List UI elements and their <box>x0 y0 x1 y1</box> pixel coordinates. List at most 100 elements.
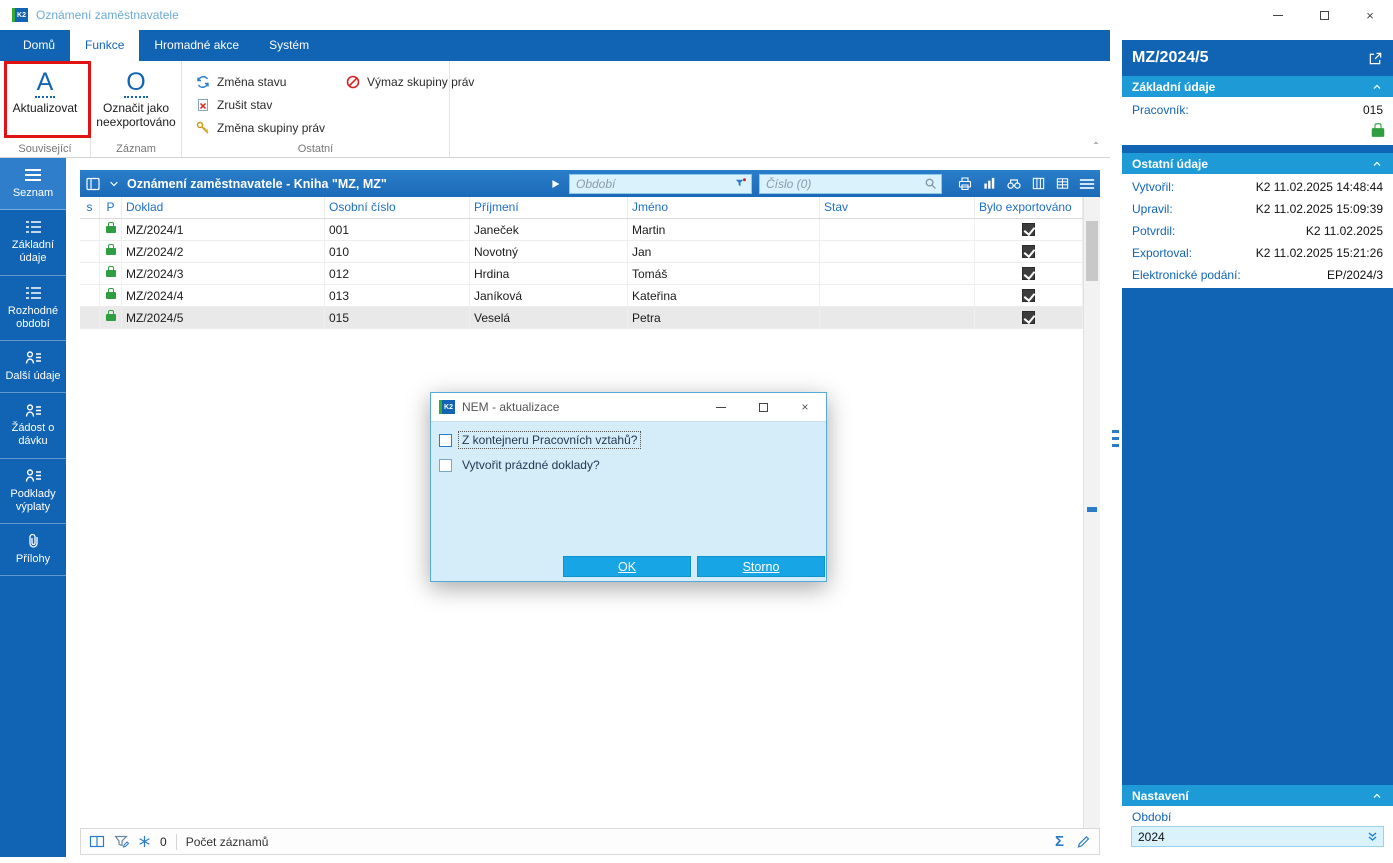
checkbox-vytvorit-prazdne[interactable] <box>439 458 452 472</box>
pracovnik-value[interactable]: 015 <box>1363 103 1383 117</box>
sidebar-item-seznam[interactable]: Seznam <box>0 158 66 211</box>
dropdown-icon[interactable] <box>1366 830 1379 843</box>
exported-checkbox[interactable] <box>1022 223 1035 236</box>
aktualizovat-button[interactable]: A Aktualizovat <box>5 66 85 116</box>
obdobi-filter-input[interactable]: Období <box>569 173 752 194</box>
obdobi-label: Období <box>1132 810 1172 824</box>
zrusit-stav-button[interactable]: Zrušit stav <box>187 93 333 116</box>
tab-system[interactable]: Systém <box>254 30 324 61</box>
tab-domu[interactable]: Domů <box>8 30 70 61</box>
cell-jmeno: Petra <box>628 307 820 328</box>
snowflake-icon[interactable] <box>138 835 151 848</box>
ribbon-group-zaznam: O Označit jako neexportováno Záznam <box>91 61 182 157</box>
lock-icon <box>1371 122 1385 137</box>
ribbon-collapse-icon[interactable]: ˆ <box>1094 140 1098 154</box>
storno-button[interactable]: Storno <box>697 556 825 577</box>
column-header-bylo-exportovano[interactable]: Bylo exportováno <box>975 197 1083 218</box>
table-row[interactable]: MZ/2024/3 012 Hrdina Tomáš <box>80 263 1083 285</box>
sidebar-item-zadost-o-davku[interactable]: Žádost o dávku <box>0 393 66 459</box>
checkbox-z-kontejneru[interactable] <box>439 433 452 447</box>
pencil-icon[interactable] <box>1076 834 1091 849</box>
binoculars-icon[interactable] <box>1006 176 1022 192</box>
detail-field: Potvrdil: K2 11.02.2025 <box>1122 220 1393 242</box>
checkbox-vytvorit-prazdne-label[interactable]: Vytvořit prázdné doklady? <box>459 457 603 473</box>
sidebar-item-dalsi-udaje[interactable]: Další údaje <box>0 341 66 394</box>
column-header-s[interactable]: s <box>80 197 100 218</box>
section-header-ostatni-udaje[interactable]: Ostatní údaje <box>1122 153 1393 174</box>
sum-icon[interactable]: Σ <box>1055 833 1064 850</box>
column-header-jmeno[interactable]: Jméno <box>628 197 820 218</box>
ribbon-group-souvisejici: A Aktualizovat Související <box>0 61 91 157</box>
column-header-osobni-cislo[interactable]: Osobní číslo <box>325 197 470 218</box>
dialog-titlebar[interactable]: K2 NEM - aktualizace × <box>431 393 826 422</box>
column-header-doklad[interactable]: Doklad <box>122 197 325 218</box>
external-link-icon[interactable] <box>1368 51 1383 66</box>
group-label-ostatni: Ostatní <box>297 143 334 155</box>
columns-icon[interactable] <box>1031 176 1046 191</box>
table-row[interactable]: MZ/2024/2 010 Novotný Jan <box>80 241 1083 263</box>
exported-checkbox[interactable] <box>1022 245 1035 258</box>
filter-count: 0 <box>160 834 167 849</box>
chevron-down-icon[interactable] <box>108 178 120 190</box>
print-icon[interactable] <box>957 176 973 192</box>
sidebar-item-rozhodne-obdobi[interactable]: Rozhodné období <box>0 276 66 341</box>
oznacit-neexportovano-button[interactable]: O Označit jako neexportováno <box>96 66 176 130</box>
sidebar-item-label: Základní údaje <box>11 239 55 265</box>
filter-edit-icon[interactable] <box>114 834 129 849</box>
sidebar-item-podklady-vyplaty[interactable]: Podklady výplaty <box>0 459 66 524</box>
obdobi-input[interactable]: 2024 <box>1131 826 1384 847</box>
group-label-souvisejici: Související <box>18 143 72 155</box>
table-row[interactable]: MZ/2024/1 001 Janeček Martin <box>80 219 1083 241</box>
table-icon[interactable] <box>1055 176 1070 191</box>
vymaz-skupiny-prav-label: Výmaz skupiny práv <box>367 74 475 89</box>
vymaz-skupiny-prav-button[interactable]: Výmaz skupiny práv <box>337 70 482 93</box>
tab-funkce[interactable]: Funkce <box>70 30 140 61</box>
dialog-maximize-button[interactable] <box>742 393 784 422</box>
vymaz-skupiny-prav-icon <box>345 74 361 90</box>
exported-checkbox[interactable] <box>1022 289 1035 302</box>
menu-icon[interactable] <box>1079 177 1095 191</box>
table-row-selected[interactable]: MZ/2024/5 015 Veselá Petra <box>80 307 1083 329</box>
sidebar-item-zakladni-udaje[interactable]: Základní údaje <box>0 210 66 276</box>
column-header-stav[interactable]: Stav <box>820 197 975 218</box>
chevron-up-icon[interactable] <box>1371 81 1383 93</box>
chevron-up-icon[interactable] <box>1371 158 1383 170</box>
checkbox-z-kontejneru-label[interactable]: Z kontejneru Pracovních vztahů? <box>457 431 642 449</box>
detail-field: Upravil: K2 11.02.2025 15:09:39 <box>1122 198 1393 220</box>
paperclip-icon <box>2 532 64 550</box>
cislo-filter-input[interactable]: Číslo (0) <box>759 173 942 194</box>
cell-stav <box>820 263 975 284</box>
minimize-button[interactable] <box>1255 0 1301 30</box>
table-row[interactable]: MZ/2024/4 013 Janíková Kateřina <box>80 285 1083 307</box>
obdobi-filter-placeholder: Období <box>576 176 616 191</box>
vertical-scrollbar[interactable] <box>1083 197 1100 828</box>
scrollbar-thumb[interactable] <box>1086 221 1098 281</box>
exported-checkbox[interactable] <box>1022 267 1035 280</box>
chart-icon[interactable] <box>982 176 997 191</box>
panel-splitter[interactable] <box>1110 30 1122 863</box>
exported-checkbox[interactable] <box>1022 311 1035 324</box>
tab-hromadne-akce[interactable]: Hromadné akce <box>139 30 254 61</box>
sidebar-item-prilohy[interactable]: Přílohy <box>0 524 66 577</box>
dialog-close-button[interactable]: × <box>784 393 826 422</box>
maximize-button[interactable] <box>1301 0 1347 30</box>
cell-doklad: MZ/2024/4 <box>122 285 325 306</box>
play-icon[interactable] <box>548 177 562 191</box>
zmena-stavu-button[interactable]: Změna stavu <box>187 70 333 93</box>
zmena-skupiny-prav-button[interactable]: Změna skupiny práv <box>187 116 333 139</box>
panes-icon[interactable] <box>89 834 105 849</box>
section-header-zakladni-udaje[interactable]: Základní údaje <box>1122 76 1393 97</box>
section-header-nastaveni[interactable]: Nastavení <box>1122 785 1393 806</box>
filter-dropdown-icon[interactable] <box>734 177 747 190</box>
maximize-icon <box>758 402 768 412</box>
chevron-up-icon[interactable] <box>1371 790 1383 802</box>
field-value[interactable]: EP/2024/3 <box>1327 268 1383 282</box>
dialog-minimize-button[interactable] <box>700 393 742 422</box>
close-button[interactable]: × <box>1347 0 1393 30</box>
column-header-prijmeni[interactable]: Příjmení <box>470 197 628 218</box>
book-icon[interactable] <box>85 176 101 192</box>
sidebar-item-label: Seznam <box>12 187 54 199</box>
ok-button[interactable]: OK <box>563 556 691 577</box>
search-icon[interactable] <box>924 177 937 190</box>
column-header-p[interactable]: P <box>100 197 122 218</box>
